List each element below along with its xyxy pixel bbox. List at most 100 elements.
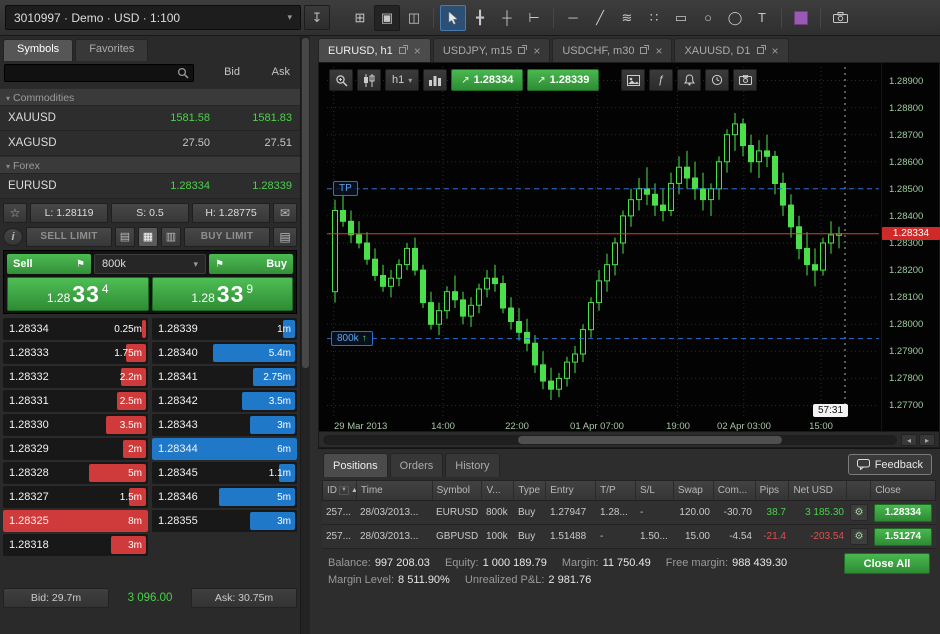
search-input[interactable] bbox=[5, 67, 177, 79]
dom-ask-row[interactable]: 1.28341 2.75m bbox=[152, 366, 297, 388]
close-icon[interactable]: × bbox=[533, 46, 540, 56]
dom-bid-row[interactable]: 1.28332 2.2m bbox=[3, 366, 148, 388]
feedback-button[interactable]: Feedback bbox=[848, 454, 932, 475]
column-header[interactable]: Entry bbox=[546, 481, 596, 500]
crosshair-tool-button[interactable]: ┼ bbox=[494, 5, 520, 31]
chart-tab[interactable]: XAUUSD, D1 × bbox=[674, 38, 788, 62]
ellipse-tool-button[interactable]: ○ bbox=[695, 5, 721, 31]
volume-select[interactable]: 800k ▾ bbox=[94, 254, 206, 274]
column-header[interactable]: ID▼▲ bbox=[323, 481, 357, 500]
cursor-tool-button[interactable] bbox=[440, 5, 466, 31]
chart-scrollbar-thumb[interactable] bbox=[518, 436, 782, 444]
buy-side-chip[interactable]: ⚑ Buy bbox=[209, 254, 293, 274]
timeframe-button[interactable]: h1 ▾ bbox=[385, 69, 419, 91]
candlestick-chart[interactable] bbox=[327, 67, 879, 419]
dom-bid-row[interactable]: 1.28331 2.5m bbox=[3, 390, 148, 412]
column-header[interactable]: Pips bbox=[756, 481, 790, 500]
candlestick-plot[interactable] bbox=[327, 67, 879, 419]
screenshot-button[interactable] bbox=[827, 5, 853, 31]
rectangle-tool-button[interactable]: ▭ bbox=[668, 5, 694, 31]
dom-ask-row[interactable]: 1.28346 5m bbox=[152, 486, 297, 508]
column-header[interactable]: Net USD bbox=[789, 481, 847, 500]
favorite-button[interactable]: ☆ bbox=[3, 203, 27, 223]
popout-icon[interactable] bbox=[399, 45, 408, 57]
indicators-button[interactable] bbox=[423, 69, 447, 91]
close-position-button[interactable]: 1.51274 bbox=[874, 528, 932, 546]
watchlist-scrollbar[interactable] bbox=[300, 36, 310, 634]
buy-market-button[interactable]: 1.28339 bbox=[152, 277, 294, 311]
position-settings-button[interactable]: ⚙ bbox=[850, 504, 868, 521]
column-header[interactable]: Com... bbox=[714, 481, 756, 500]
close-icon[interactable]: × bbox=[414, 46, 421, 56]
close-icon[interactable]: × bbox=[655, 46, 662, 56]
tab-history[interactable]: History bbox=[445, 453, 499, 477]
dom-ask-row[interactable]: 1.28343 3m bbox=[152, 414, 297, 436]
move-tool-button[interactable]: ╋ bbox=[467, 5, 493, 31]
position-settings-button[interactable]: ⚙ bbox=[850, 528, 868, 545]
symbol-row[interactable]: EURUSD 1.28334 1.28339 bbox=[0, 174, 300, 199]
dom-bid-row[interactable]: 1.28329 2m bbox=[3, 438, 148, 460]
column-header[interactable]: Type bbox=[514, 481, 546, 500]
symbol-row[interactable]: XAUUSD 1581.58 1581.83 bbox=[0, 106, 300, 131]
scroll-left-button[interactable]: ◂ bbox=[901, 434, 917, 446]
popout-icon[interactable] bbox=[518, 45, 527, 57]
close-icon[interactable]: × bbox=[772, 46, 779, 56]
hline-tool-button[interactable]: ─ bbox=[560, 5, 586, 31]
popout-icon[interactable] bbox=[640, 45, 649, 57]
view-dom-button[interactable]: ▦ bbox=[138, 227, 158, 247]
column-header-close[interactable]: Close bbox=[871, 481, 935, 500]
circle-tool-button[interactable]: ◯ bbox=[722, 5, 748, 31]
trendline-tool-button[interactable]: ╱ bbox=[587, 5, 613, 31]
dom-bid-row[interactable]: 1.28327 1.5m bbox=[3, 486, 148, 508]
tab-orders[interactable]: Orders bbox=[390, 453, 444, 477]
symbol-info-button[interactable]: i bbox=[3, 228, 23, 246]
scrollbar-thumb[interactable] bbox=[302, 38, 309, 368]
symbol-row[interactable]: XAGUSD 27.50 27.51 bbox=[0, 131, 300, 156]
bid-column-header[interactable]: Bid bbox=[224, 66, 240, 78]
view-list-button[interactable]: ▤ bbox=[115, 227, 135, 247]
watchlist-tab-favorites[interactable]: Favorites bbox=[75, 39, 148, 61]
buy-limit-button[interactable]: BUY LIMIT bbox=[184, 227, 270, 247]
sell-side-chip[interactable]: Sell ⚑ bbox=[7, 254, 91, 274]
indicator-function-button[interactable]: ƒ bbox=[649, 69, 673, 91]
popout-icon[interactable] bbox=[757, 45, 766, 57]
layout-grid-button[interactable]: ⊞ bbox=[347, 5, 373, 31]
sell-limit-button[interactable]: SELL LIMIT bbox=[26, 227, 112, 247]
chart-area[interactable]: h1 ▾ ↗ 1.28334 ↗ 1.28339 ƒ bbox=[318, 62, 940, 448]
fibonacci-tool-button[interactable]: ≋ bbox=[614, 5, 640, 31]
position-line-label[interactable]: 800k↑ bbox=[331, 331, 373, 346]
dom-bid-row[interactable]: 1.28334 0.25m bbox=[3, 318, 148, 340]
measure-tool-button[interactable]: ⊢ bbox=[521, 5, 547, 31]
alerts-button[interactable] bbox=[677, 69, 701, 91]
symbol-search-box[interactable] bbox=[4, 64, 194, 82]
dom-ask-row[interactable]: 1.28339 1m bbox=[152, 318, 297, 340]
chart-snapshot-button[interactable] bbox=[621, 69, 645, 91]
chart-buy-button[interactable]: ↗ 1.28339 bbox=[527, 69, 599, 91]
column-header[interactable]: Symbol bbox=[433, 481, 483, 500]
dom-bid-row[interactable]: 1.28328 5m bbox=[3, 462, 148, 484]
filter-icon[interactable]: ▼ bbox=[339, 486, 349, 495]
column-header[interactable]: S/L bbox=[636, 481, 674, 500]
deposit-button[interactable]: ↧ bbox=[304, 5, 330, 30]
layout-single-button[interactable]: ▣ bbox=[374, 5, 400, 31]
close-position-button[interactable]: 1.28334 bbox=[874, 504, 932, 522]
column-header[interactable]: V... bbox=[482, 481, 514, 500]
new-order-button[interactable]: ▤ bbox=[273, 227, 297, 247]
dom-bid-row[interactable]: 1.28325 8m bbox=[3, 510, 148, 532]
points-tool-button[interactable]: ∷ bbox=[641, 5, 667, 31]
chart-tab[interactable]: USDJPY, m15 × bbox=[433, 38, 551, 62]
symbol-group-header[interactable]: ▾Forex bbox=[0, 156, 300, 174]
dom-ask-row[interactable]: 1.28355 3m bbox=[152, 510, 297, 532]
dom-bid-row[interactable]: 1.28318 3m bbox=[3, 534, 148, 556]
column-header[interactable]: Swap bbox=[674, 481, 714, 500]
chart-sell-button[interactable]: ↗ 1.28334 bbox=[451, 69, 523, 91]
chart-tab[interactable]: USDCHF, m30 × bbox=[552, 38, 672, 62]
dom-ask-row[interactable]: 1.28340 5.4m bbox=[152, 342, 297, 364]
dom-ask-row[interactable]: 1.28342 3.5m bbox=[152, 390, 297, 412]
ask-column-header[interactable]: Ask bbox=[272, 66, 290, 78]
tab-positions[interactable]: Positions bbox=[323, 453, 388, 477]
alert-button[interactable]: ✉ bbox=[273, 203, 297, 223]
column-header[interactable]: Time bbox=[357, 481, 433, 500]
chart-scrollbar-track[interactable] bbox=[323, 435, 897, 445]
price-axis[interactable]: 1.289001.288001.287001.286001.285001.284… bbox=[881, 63, 939, 433]
